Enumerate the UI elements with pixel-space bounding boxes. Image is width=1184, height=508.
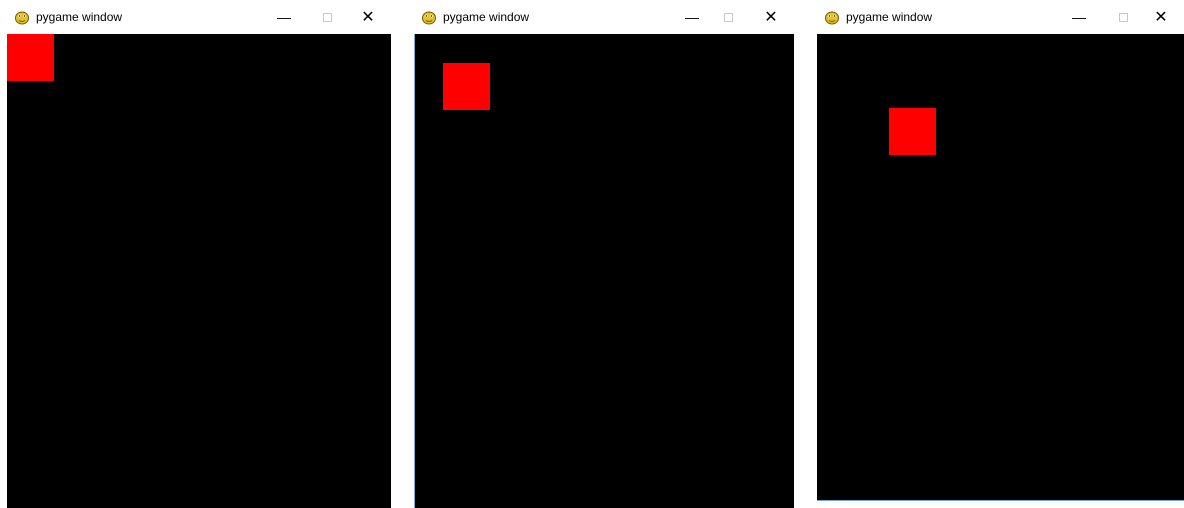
minimize-icon: — [1072, 9, 1086, 25]
game-canvas[interactable] [414, 34, 794, 508]
pygame-window-3: pygame window — ✕ [817, 0, 1184, 501]
close-icon: ✕ [1154, 9, 1168, 26]
close-button[interactable]: ✕ [748, 0, 794, 34]
pygame-icon [825, 11, 839, 25]
maximize-button[interactable] [304, 0, 350, 34]
minimize-button[interactable]: — [261, 0, 307, 34]
red-square-sprite [7, 34, 54, 81]
pygame-icon [15, 11, 29, 25]
maximize-button[interactable] [705, 0, 751, 34]
pygame-window-1: pygame window — ✕ [7, 0, 391, 508]
close-icon: ✕ [764, 9, 778, 26]
maximize-icon [723, 12, 733, 22]
maximize-icon [322, 12, 332, 22]
window-border-bottom [817, 500, 1184, 501]
close-button[interactable]: ✕ [345, 0, 391, 34]
minimize-icon: — [277, 9, 291, 25]
close-button[interactable]: ✕ [1138, 0, 1184, 34]
window-border-left [414, 34, 415, 508]
minimize-button[interactable]: — [1056, 0, 1102, 34]
minimize-icon: — [685, 9, 699, 25]
pygame-icon [422, 11, 436, 25]
close-icon: ✕ [361, 9, 375, 26]
red-square-sprite [889, 108, 936, 155]
red-square-sprite [443, 63, 490, 110]
game-canvas[interactable] [817, 34, 1184, 500]
window-title: pygame window [443, 10, 530, 24]
pygame-window-2: pygame window — ✕ [414, 0, 794, 508]
maximize-icon [1118, 12, 1128, 22]
game-canvas[interactable] [7, 34, 391, 508]
window-title: pygame window [36, 10, 123, 24]
window-title: pygame window [846, 10, 933, 24]
